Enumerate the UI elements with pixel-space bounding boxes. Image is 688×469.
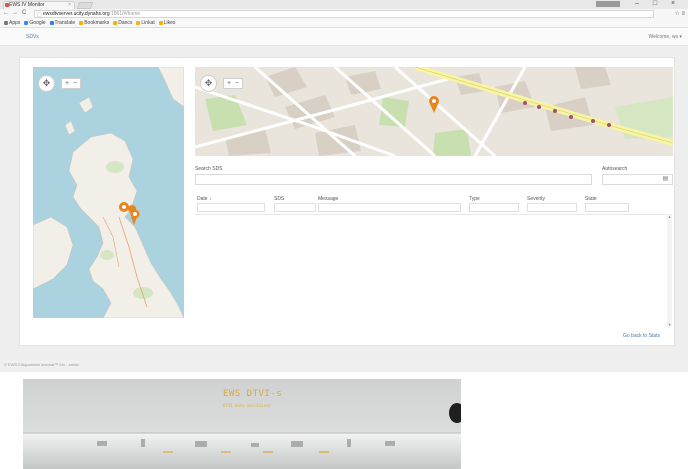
uk-map[interactable]: ✥ + −: [33, 67, 184, 318]
device-subtitle-label: DTVI data maintainer: [223, 403, 272, 408]
bookmark-google[interactable]: Google: [24, 19, 46, 27]
footer-text: © EWS Ediquaminis seemaf™ Mo · amnic: [4, 362, 80, 367]
bookmark-likes[interactable]: Likes: [158, 19, 176, 27]
bookmark-apps[interactable]: Apps: [4, 19, 20, 27]
pan-control-icon[interactable]: ✥: [200, 75, 217, 92]
close-tab-icon[interactable]: ×: [68, 2, 71, 9]
bookmark-linkat[interactable]: Linkat: [136, 19, 155, 27]
filter-severity-input[interactable]: [527, 203, 577, 212]
close-window-icon[interactable]: ×: [666, 0, 680, 9]
forward-icon[interactable]: →: [12, 10, 18, 16]
filter-type-input[interactable]: [469, 203, 519, 212]
minimize-icon[interactable]: –: [630, 0, 644, 9]
uk-map-graphic: [33, 67, 184, 318]
url-host: ewsdtvserver.ucity.dynahs.org: [43, 11, 110, 17]
filter-state-input[interactable]: [585, 203, 629, 212]
bookmark-icon: [158, 20, 163, 25]
bookmark-icon: [79, 20, 84, 25]
bookmark-label: Apps: [9, 20, 21, 26]
bookmark-dancs[interactable]: Dancs: [113, 19, 132, 27]
autosearch-label: Autosearch: [602, 166, 628, 172]
url-path: :1861/#/home: [109, 11, 141, 17]
url-input[interactable]: ▢ ewsdtvserver.ucity.dynahs.org:1861/#/h…: [34, 10, 654, 18]
bookmark-label: Dancs: [118, 20, 133, 26]
address-bar-row: ← → C ▢ ewsdtvserver.ucity.dynahs.org:18…: [0, 9, 688, 19]
search-input[interactable]: [195, 174, 592, 185]
column-header-type[interactable]: Type: [469, 196, 480, 202]
reload-icon[interactable]: C: [22, 10, 26, 16]
zoom-control[interactable]: + −: [61, 78, 82, 89]
menu-icon[interactable]: ☆ ≡: [674, 10, 685, 17]
search-label: Search SDS: [195, 166, 223, 172]
bookmark-label: Likes: [163, 20, 176, 26]
street-map-graphic: [195, 67, 673, 156]
back-icon[interactable]: ←: [3, 10, 9, 16]
filter-date-input[interactable]: [197, 203, 265, 212]
pan-control-icon[interactable]: ✥: [38, 75, 55, 92]
bookmark-icon: [113, 20, 118, 25]
page-info-icon: ▢: [37, 12, 42, 18]
bookmark-icon: [49, 20, 54, 25]
bookmark-bookmarks[interactable]: Bookmarks: [79, 19, 109, 27]
bookmark-icon: [136, 20, 141, 25]
events-table-body: [195, 214, 672, 327]
bookmark-translate[interactable]: Translate: [49, 19, 76, 27]
device-photo: EWS DTVI-s DTVI data maintainer: [23, 379, 461, 469]
tab-title: EWS.IV Monitor: [9, 2, 45, 8]
column-header-sds[interactable]: SDS: [274, 196, 284, 202]
column-header-state[interactable]: State: [585, 196, 597, 202]
bookmark-label: Linkat: [141, 20, 155, 26]
column-header-severity[interactable]: Severity: [527, 196, 545, 202]
table-scrollbar[interactable]: [667, 214, 672, 327]
app-header: SDVs Welcome, ws ▾: [0, 28, 688, 46]
bookmark-label: Bookmarks: [84, 20, 110, 26]
scroll-down-icon[interactable]: ▼: [667, 322, 672, 327]
column-header-message[interactable]: Message: [318, 196, 338, 202]
user-menu[interactable]: Welcome, ws ▾: [648, 34, 682, 40]
bookmark-label: Translate: [54, 20, 76, 26]
autosearch-toggle-icon[interactable]: ▤: [661, 176, 670, 183]
filter-message-input[interactable]: [318, 203, 461, 212]
favicon-icon: [5, 3, 9, 7]
new-tab-button[interactable]: [76, 2, 94, 9]
location-marker[interactable]: [119, 202, 129, 212]
street-map[interactable]: ✥ + −: [195, 67, 673, 156]
zoom-control[interactable]: + −: [223, 78, 244, 89]
brand-link[interactable]: SDVs: [26, 34, 39, 40]
bookmark-label: Google: [29, 20, 46, 26]
tab-strip: EWS.IV Monitor × – □ ×: [0, 0, 688, 9]
stats-link[interactable]: Go back to Stats: [623, 333, 660, 339]
scroll-up-icon[interactable]: ▲: [667, 214, 672, 219]
bookmarks-bar: Apps Google Translate Bookmarks Dancs Linkat L…: [0, 19, 688, 28]
device-brand-label: EWS DTVI-s: [223, 389, 283, 399]
bookmark-icon: [24, 20, 29, 25]
browser-tab[interactable]: EWS.IV Monitor ×: [3, 1, 75, 9]
profile-button[interactable]: [596, 1, 620, 7]
column-header-date[interactable]: Date ↓: [197, 196, 211, 202]
bookmark-icon: [4, 20, 8, 25]
filter-sds-input[interactable]: [274, 203, 316, 212]
maximize-icon[interactable]: □: [648, 0, 662, 9]
